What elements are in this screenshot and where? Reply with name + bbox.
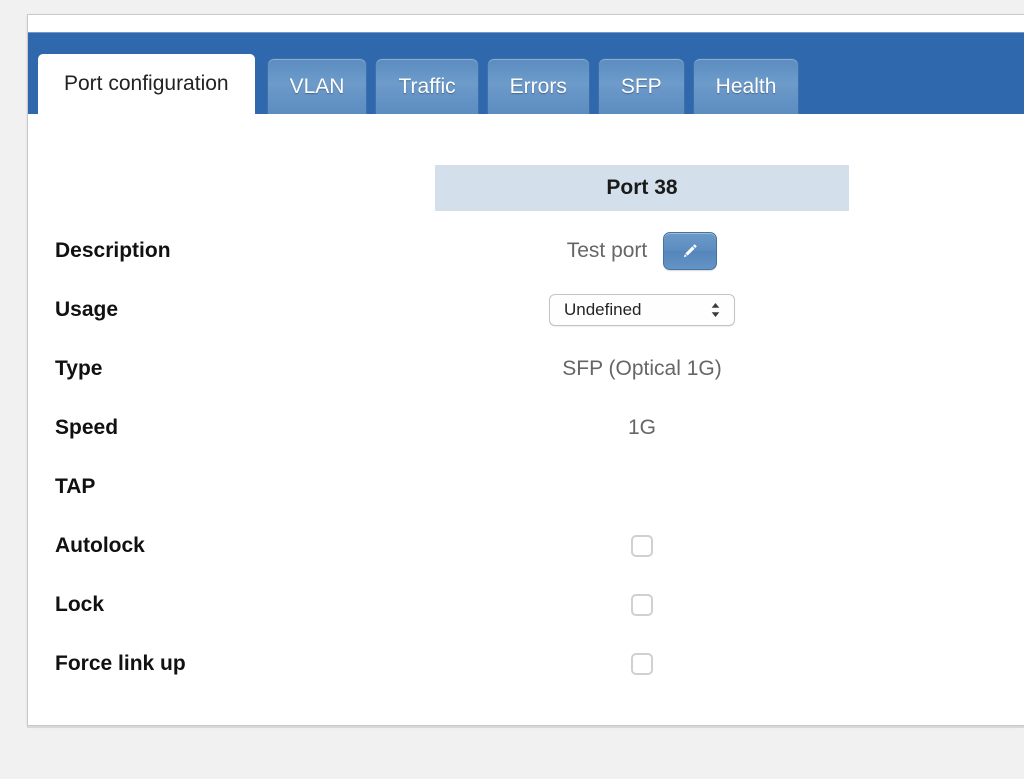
- chevron-updown-icon: [710, 302, 721, 318]
- row-type: Type SFP (Optical 1G): [28, 339, 1024, 398]
- autolock-checkbox[interactable]: [631, 534, 653, 557]
- row-lock: Lock: [28, 575, 1024, 634]
- tab-label: Traffic: [398, 74, 456, 98]
- port-title: Port 38: [606, 176, 678, 199]
- tab-vlan[interactable]: VLAN: [266, 58, 368, 114]
- row-tap: TAP: [28, 457, 1024, 516]
- port-configuration-form: Port 38 Description Test port Usage Unde…: [28, 114, 1024, 725]
- label-lock: Lock: [55, 592, 105, 616]
- row-force-link-up: Force link up: [28, 634, 1024, 693]
- description-text: Test port: [566, 238, 648, 262]
- edit-description-button[interactable]: [663, 231, 718, 270]
- tab-sfp[interactable]: SFP: [597, 58, 685, 114]
- value-lock: [435, 593, 849, 616]
- row-usage: Usage Undefined: [28, 280, 1024, 339]
- port-configuration-panel: Port configuration VLAN Traffic Errors S…: [27, 14, 1024, 726]
- row-autolock: Autolock: [28, 516, 1024, 575]
- label-autolock: Autolock: [55, 533, 145, 557]
- usage-selected-value: Undefined: [564, 299, 642, 319]
- tab-label: VLAN: [289, 74, 345, 98]
- port-column-header: Port 38: [435, 165, 849, 211]
- tab-errors[interactable]: Errors: [486, 58, 590, 114]
- tab-bar: Port configuration VLAN Traffic Errors S…: [28, 32, 1024, 114]
- label-tap: TAP: [55, 474, 96, 498]
- label-speed: Speed: [55, 415, 119, 439]
- lock-checkbox[interactable]: [631, 593, 653, 616]
- row-description: Description Test port: [28, 221, 1024, 280]
- label-description: Description: [55, 238, 171, 262]
- row-speed: Speed 1G: [28, 398, 1024, 457]
- label-force-link-up: Force link up: [55, 651, 186, 675]
- value-speed: 1G: [627, 415, 656, 439]
- value-usage: Undefined: [435, 293, 849, 326]
- tab-label: Port configuration: [64, 72, 229, 95]
- value-force-link-up: [435, 652, 849, 675]
- tab-health[interactable]: Health: [692, 58, 800, 114]
- label-type: Type: [55, 356, 103, 380]
- tab-label: Errors: [509, 74, 567, 98]
- screen-root: Port configuration VLAN Traffic Errors S…: [0, 0, 1024, 779]
- value-autolock: [435, 534, 849, 557]
- force-link-up-checkbox[interactable]: [631, 652, 653, 675]
- tab-traffic[interactable]: Traffic: [375, 58, 479, 114]
- label-usage: Usage: [55, 297, 119, 321]
- usage-select[interactable]: Undefined: [549, 293, 735, 326]
- tab-label: SFP: [620, 74, 662, 98]
- pencil-icon: [679, 240, 701, 262]
- tab-port-configuration[interactable]: Port configuration: [34, 50, 259, 114]
- tab-label: Health: [715, 74, 777, 98]
- value-description: Test port: [435, 231, 849, 270]
- panel-bottom-edge: [27, 726, 1024, 728]
- value-type: SFP (Optical 1G): [562, 356, 722, 380]
